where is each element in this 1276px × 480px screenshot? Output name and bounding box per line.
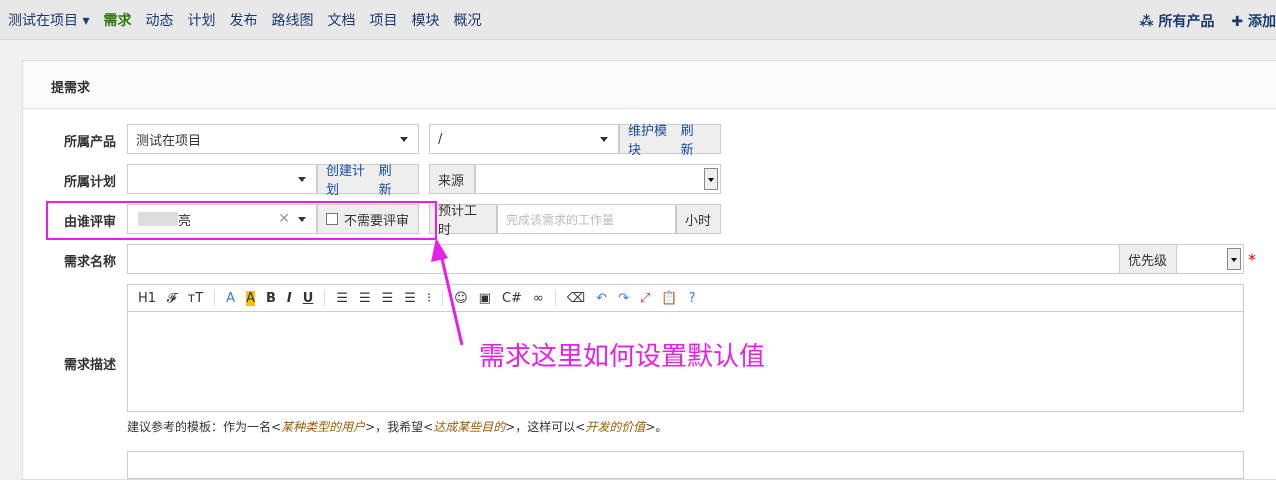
annotation-text: 需求这里如何设置默认值 — [479, 342, 766, 372]
annotation-arrow — [431, 238, 464, 346]
